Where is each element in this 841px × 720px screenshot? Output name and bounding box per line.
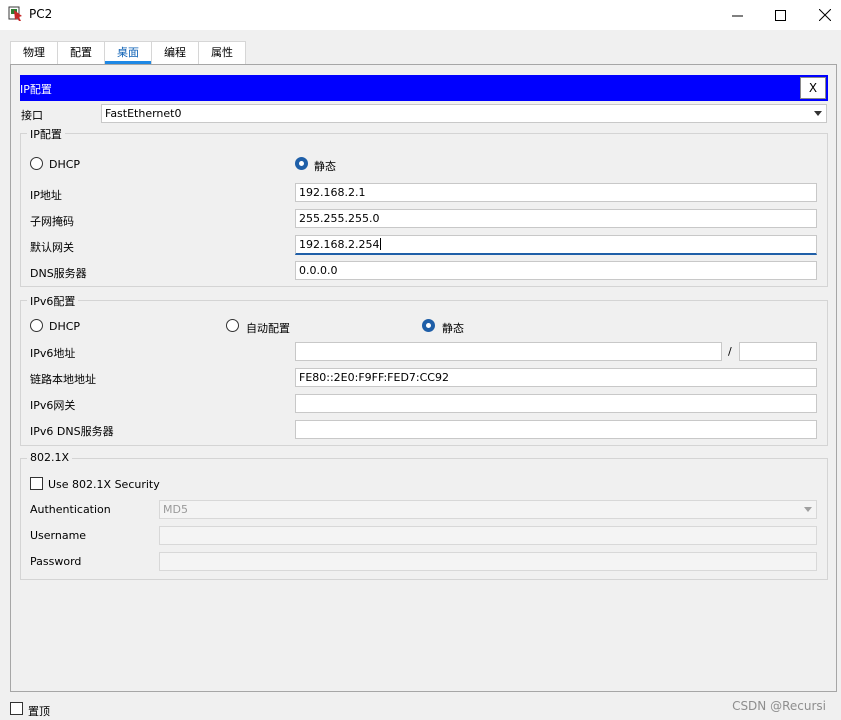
ipv6-group-legend: IPv6配置	[27, 293, 79, 309]
default-gateway-value: 192.168.2.254	[299, 238, 380, 251]
link-local-address-label: 链路本地地址	[30, 373, 96, 386]
close-window-button[interactable]	[802, 0, 841, 30]
default-gateway-input[interactable]: 192.168.2.254	[295, 235, 817, 255]
chevron-down-icon	[804, 507, 812, 512]
ipv4-static-radio[interactable]	[295, 157, 308, 170]
password-label: Password	[30, 555, 82, 568]
chevron-down-icon	[814, 111, 822, 116]
minimize-button[interactable]	[714, 0, 760, 30]
minimize-icon	[731, 15, 743, 16]
ipv4-static-label: 静态	[314, 160, 336, 173]
dns-server-input[interactable]: 0.0.0.0	[295, 261, 817, 280]
ipv4-group-legend: IP配置	[27, 126, 65, 142]
ipv6-prefix-input[interactable]	[739, 342, 817, 361]
tab-physical[interactable]: 物理	[10, 41, 58, 64]
dot1x-group-legend: 802.1X	[27, 451, 73, 464]
ipv4-dhcp-label: DHCP	[49, 158, 81, 171]
authentication-select[interactable]: MD5	[159, 500, 817, 519]
ipv6-auto-config-radio[interactable]	[226, 319, 239, 332]
ipv6-dhcp-label: DHCP	[49, 320, 81, 333]
pc2-window: PC2 物理 配置 桌面 编程 属性 IP配置 X 接口 FastEtherne…	[0, 0, 841, 720]
ipv6-dhcp-radio[interactable]	[30, 319, 43, 332]
ip-config-close-button[interactable]: X	[800, 77, 826, 99]
interface-label: 接口	[21, 109, 43, 122]
interface-value: FastEthernet0	[105, 107, 182, 120]
ip-address-input[interactable]: 192.168.2.1	[295, 183, 817, 202]
ip-config-titlebar: IP配置 X	[20, 75, 828, 101]
ipv6-static-radio[interactable]	[422, 319, 435, 332]
default-gateway-label: 默认网关	[30, 241, 74, 254]
tab-desktop[interactable]: 桌面	[104, 41, 152, 64]
ipv6-address-label: IPv6地址	[30, 347, 76, 360]
link-local-address-input[interactable]: FE80::2E0:F9FF:FED7:CC92	[295, 368, 817, 387]
authentication-value: MD5	[163, 503, 188, 516]
subnet-mask-input[interactable]: 255.255.255.0	[295, 209, 817, 228]
username-input[interactable]	[159, 526, 817, 545]
tab-bar: 物理 配置 桌面 编程 属性	[10, 41, 246, 64]
ipv6-gateway-label: IPv6网关	[30, 399, 76, 412]
ipv6-dns-server-input[interactable]	[295, 420, 817, 439]
ipv6-gateway-input[interactable]	[295, 394, 817, 413]
dns-server-label: DNS服务器	[30, 267, 87, 280]
ipv6-auto-config-label: 自动配置	[246, 322, 290, 335]
packet-tracer-app-icon	[8, 6, 22, 21]
tab-programming[interactable]: 编程	[151, 41, 199, 64]
password-input[interactable]	[159, 552, 817, 571]
ip-address-label: IP地址	[30, 189, 62, 202]
text-caret	[380, 238, 382, 250]
ip-config-title: IP配置	[20, 83, 52, 96]
maximize-icon	[774, 9, 786, 21]
authentication-label: Authentication	[30, 503, 111, 516]
ipv6-address-input[interactable]	[295, 342, 722, 361]
always-on-top-checkbox[interactable]	[10, 702, 23, 715]
title-bar: PC2	[0, 0, 841, 30]
tab-attributes[interactable]: 属性	[198, 41, 246, 64]
interface-select[interactable]: FastEthernet0	[101, 104, 827, 123]
ipv4-dhcp-radio[interactable]	[30, 157, 43, 170]
use-8021x-label: Use 802.1X Security	[48, 478, 160, 491]
ipv6-static-label: 静态	[442, 322, 464, 335]
subnet-mask-label: 子网掩码	[30, 215, 74, 228]
window-title: PC2	[29, 7, 53, 21]
maximize-button[interactable]	[757, 0, 803, 30]
ipv6-prefix-separator: /	[728, 345, 732, 358]
always-on-top-label: 置顶	[28, 705, 50, 718]
username-label: Username	[30, 529, 87, 542]
ipv6-dns-server-label: IPv6 DNS服务器	[30, 425, 114, 438]
watermark: CSDN @Recursi	[732, 699, 826, 713]
tab-config[interactable]: 配置	[57, 41, 105, 64]
close-icon	[819, 9, 831, 21]
use-8021x-checkbox[interactable]	[30, 477, 43, 490]
